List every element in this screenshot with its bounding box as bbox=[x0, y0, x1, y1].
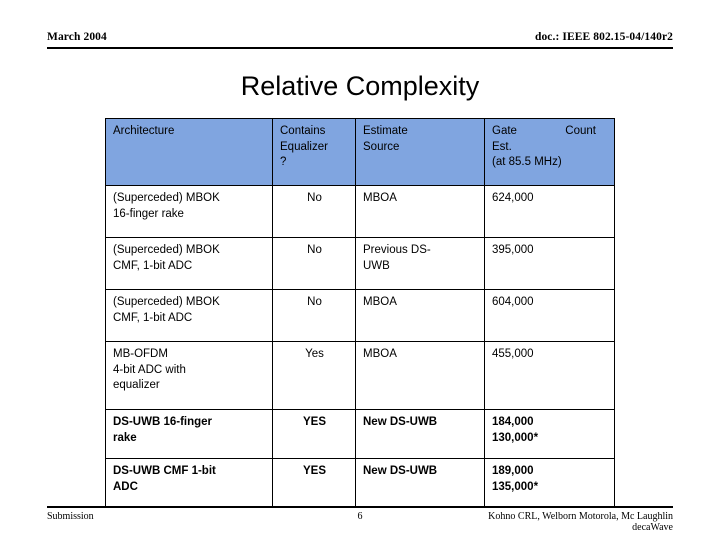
cell-gate-count: 604,000 bbox=[484, 289, 615, 342]
column-header-estimate-source-line2: Source bbox=[363, 140, 400, 153]
footer-authors: Kohno CRL, Welborn Motorola, Mc Laughlin… bbox=[373, 511, 673, 533]
cell-contains-equalizer: Yes bbox=[272, 341, 356, 410]
cell-architecture: (Superceded) MBOK 16-finger rake bbox=[105, 185, 273, 238]
cell-contains-equalizer: No bbox=[272, 289, 356, 342]
cell-estimate-source-line2: UWB bbox=[363, 259, 390, 272]
cell-gate-count-line1: 455,000 bbox=[492, 348, 534, 360]
cell-contains-equalizer: YES bbox=[272, 409, 356, 459]
cell-contains-equalizer: YES bbox=[272, 458, 356, 508]
cell-gate-count: 455,000 bbox=[484, 341, 615, 410]
cell-gate-count-line2: 135,000* bbox=[492, 480, 539, 493]
header-document-id: doc.: IEEE 802.15-04/140r2 bbox=[534, 31, 673, 43]
cell-gate-count: 624,000 bbox=[484, 185, 615, 238]
cell-estimate-source: MBOA bbox=[355, 289, 485, 342]
column-header-estimate-source-line1: Estimate bbox=[363, 125, 408, 137]
page-title: Relative Complexity bbox=[240, 71, 480, 101]
table-row: DS-UWB 16-finger rake YES New DS-UWB 184… bbox=[105, 409, 615, 459]
cell-architecture-line1: MB-OFDM bbox=[113, 348, 168, 360]
column-header-gate-count: Gate Count Est. (at 85.5 MHz) bbox=[484, 118, 615, 186]
column-header-estimate-source: Estimate Source bbox=[355, 118, 485, 186]
column-header-contains-equalizer-line3: ? bbox=[280, 156, 287, 168]
cell-gate-count-line1: 395,000 bbox=[492, 244, 534, 256]
table-row: MB-OFDM 4-bit ADC with equalizer Yes MBO… bbox=[105, 341, 615, 410]
column-header-gate-count-line2: Est. bbox=[492, 140, 512, 153]
cell-estimate-source: New DS-UWB bbox=[355, 409, 485, 459]
cell-estimate-source-line1: MBOA bbox=[363, 192, 397, 204]
cell-architecture-line1: (Superceded) MBOK bbox=[113, 192, 220, 204]
cell-architecture: DS-UWB 16-finger rake bbox=[105, 409, 273, 459]
footer-divider bbox=[47, 506, 673, 508]
cell-architecture-line2: ADC bbox=[113, 480, 138, 493]
relative-complexity-table: Architecture Contains Equalizer ? Estima… bbox=[105, 118, 615, 508]
cell-estimate-source-line1: MBOA bbox=[363, 296, 397, 308]
cell-architecture-line1: DS-UWB CMF 1-bit bbox=[113, 465, 216, 477]
cell-architecture: MB-OFDM 4-bit ADC with equalizer bbox=[105, 341, 273, 410]
cell-gate-count-line1: 624,000 bbox=[492, 192, 534, 204]
column-header-contains-equalizer-line2: Equalizer bbox=[280, 140, 328, 153]
footer-authors-line1: Kohno CRL, Welborn Motorola, Mc Laughlin bbox=[488, 511, 673, 522]
cell-estimate-source-line1: New DS-UWB bbox=[363, 416, 438, 428]
column-header-architecture: Architecture bbox=[105, 118, 273, 186]
cell-architecture-line2: rake bbox=[113, 431, 137, 444]
cell-estimate-source-line1: MBOA bbox=[363, 348, 397, 360]
cell-gate-count: 189,000 135,000* bbox=[484, 458, 615, 508]
cell-estimate-source-line1: New DS-UWB bbox=[363, 465, 438, 477]
slide-header: March 2004 doc.: IEEE 802.15-04/140r2 bbox=[47, 31, 673, 53]
cell-contains-equalizer: No bbox=[272, 237, 356, 290]
header-date: March 2004 bbox=[47, 31, 107, 43]
column-header-gate-count-line3: (at 85.5 MHz) bbox=[492, 156, 562, 168]
table-row: (Superceded) MBOK CMF, 1-bit ADC No MBOA… bbox=[105, 289, 615, 342]
column-header-contains-equalizer-line1: Contains bbox=[280, 125, 326, 137]
cell-architecture-line2: CMF, 1-bit ADC bbox=[113, 311, 193, 324]
cell-architecture: (Superceded) MBOK CMF, 1-bit ADC bbox=[105, 237, 273, 290]
cell-architecture-line1: DS-UWB 16-finger bbox=[113, 416, 213, 428]
slide-footer: Submission 6 Kohno CRL, Welborn Motorola… bbox=[47, 506, 673, 536]
cell-architecture-line1: (Superceded) MBOK bbox=[113, 244, 220, 256]
column-header-gate-count-line1: Gate Count bbox=[492, 125, 596, 137]
cell-gate-count-line1: 184,000 bbox=[492, 416, 534, 428]
column-header-architecture-line1: Architecture bbox=[113, 125, 175, 137]
cell-architecture: (Superceded) MBOK CMF, 1-bit ADC bbox=[105, 289, 273, 342]
footer-authors-line2: decaWave bbox=[632, 522, 673, 533]
cell-architecture-line3: equalizer bbox=[113, 379, 160, 391]
column-header-contains-equalizer: Contains Equalizer ? bbox=[272, 118, 356, 186]
cell-architecture-line2: CMF, 1-bit ADC bbox=[113, 259, 193, 272]
table-row: (Superceded) MBOK CMF, 1-bit ADC No Prev… bbox=[105, 237, 615, 290]
cell-estimate-source-line1: Previous DS- bbox=[363, 244, 431, 256]
cell-gate-count-line1: 604,000 bbox=[492, 296, 534, 308]
cell-architecture-line2: 4-bit ADC with bbox=[113, 363, 186, 376]
header-divider bbox=[47, 47, 673, 49]
cell-gate-count-line1: 189,000 bbox=[492, 465, 534, 477]
cell-contains-equalizer: No bbox=[272, 185, 356, 238]
cell-estimate-source: MBOA bbox=[355, 341, 485, 410]
cell-architecture: DS-UWB CMF 1-bit ADC bbox=[105, 458, 273, 508]
cell-architecture-line2: 16-finger rake bbox=[113, 207, 184, 220]
cell-estimate-source: MBOA bbox=[355, 185, 485, 238]
table-row: (Superceded) MBOK 16-finger rake No MBOA… bbox=[105, 185, 615, 238]
cell-gate-count: 184,000 130,000* bbox=[484, 409, 615, 459]
cell-architecture-line1: (Superceded) MBOK bbox=[113, 296, 220, 308]
table-row: DS-UWB CMF 1-bit ADC YES New DS-UWB 189,… bbox=[105, 458, 615, 508]
table-header-row: Architecture Contains Equalizer ? Estima… bbox=[105, 118, 615, 186]
cell-estimate-source: New DS-UWB bbox=[355, 458, 485, 508]
cell-gate-count: 395,000 bbox=[484, 237, 615, 290]
cell-gate-count-line2: 130,000* bbox=[492, 431, 539, 444]
cell-estimate-source: Previous DS- UWB bbox=[355, 237, 485, 290]
